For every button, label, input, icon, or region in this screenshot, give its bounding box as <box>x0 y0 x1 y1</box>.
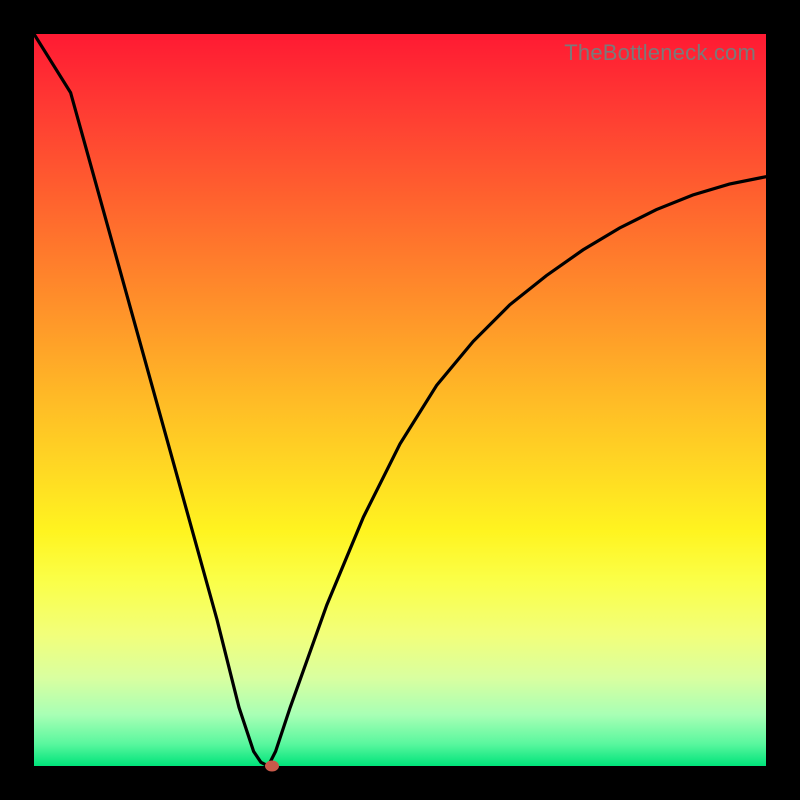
bottleneck-curve <box>34 34 766 766</box>
plot-area: TheBottleneck.com <box>34 34 766 766</box>
chart-frame: TheBottleneck.com <box>0 0 800 800</box>
optimum-marker <box>265 761 279 772</box>
